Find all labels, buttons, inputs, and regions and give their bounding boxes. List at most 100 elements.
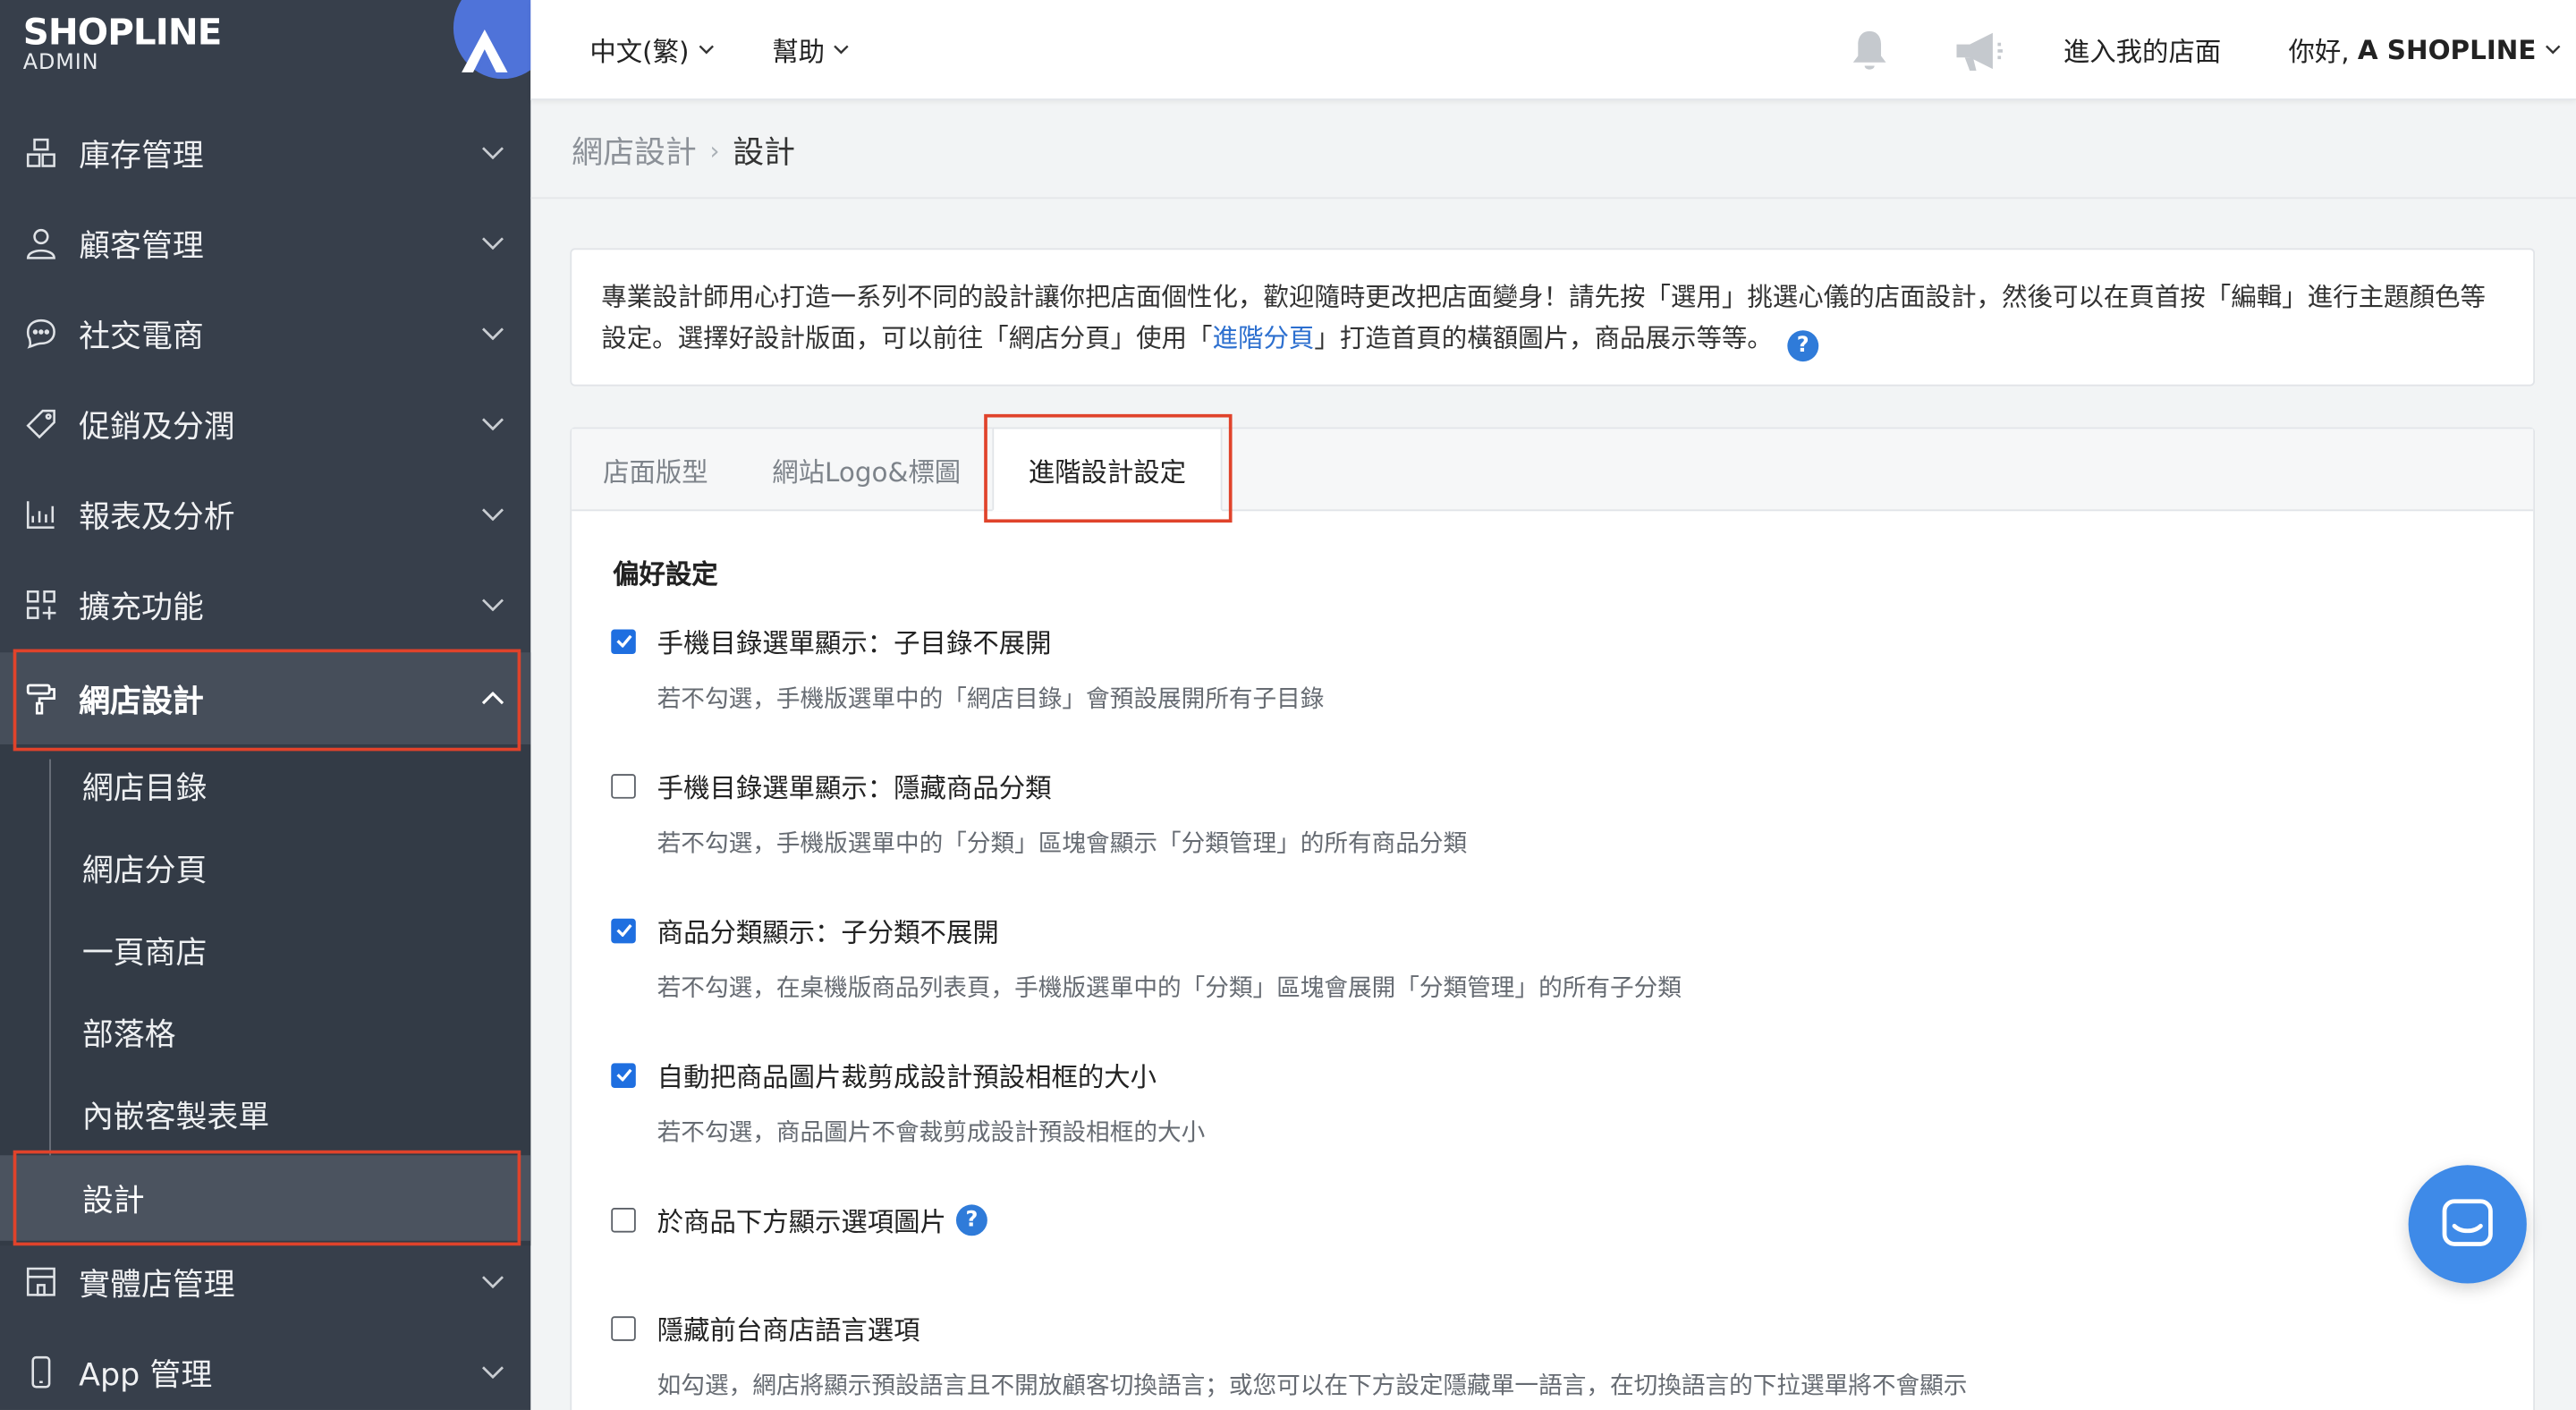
header-divider — [530, 197, 2576, 200]
checkbox-unchecked[interactable] — [611, 773, 636, 798]
checkbox-checked[interactable] — [611, 1062, 636, 1088]
mobile-icon — [23, 1355, 59, 1390]
sidebar-item-label: App 管理 — [79, 1356, 213, 1393]
user-name: A SHOPLINE — [2357, 33, 2537, 65]
option-hide-language-selector[interactable]: 隱藏前台商店語言選項 — [611, 1308, 920, 1347]
sidebar-subitem-label: 一頁商店 — [81, 934, 208, 971]
chevron-down-icon — [479, 230, 505, 256]
sidebar-item-promotions[interactable]: 促銷及分潤 — [0, 379, 530, 468]
sidebar-item-app-management[interactable]: App 管理 — [0, 1328, 530, 1410]
sidebar-item-label: 社交電商 — [79, 318, 204, 354]
option-hint: 若不勾選，手機版選單中的「分類」區塊會顯示「分類管理」的所有商品分類 — [657, 831, 1468, 858]
visit-store-link[interactable]: 進入我的店面 — [2063, 0, 2221, 98]
chevron-down-icon — [479, 1359, 505, 1385]
tab-logo-banner[interactable]: 網站Logo&標圖 — [772, 429, 961, 509]
chevron-down-icon — [2545, 45, 2560, 55]
greeting-text: 你好, — [2288, 36, 2350, 68]
option-label: 自動把商品圖片裁剪成設計預設相框的大小 — [657, 1061, 1157, 1093]
sidebar-subitem-one-page-store[interactable]: 一頁商店 — [0, 909, 530, 991]
tag-icon — [23, 406, 59, 442]
checkbox-checked[interactable] — [611, 628, 636, 654]
sidebar-item-label: 實體店管理 — [79, 1266, 235, 1303]
sidebar-item-inventory[interactable]: 庫存管理 — [0, 108, 530, 197]
chat-bubble-icon — [23, 316, 59, 352]
option-auto-crop-images[interactable]: 自動把商品圖片裁剪成設計預設相框的大小 — [611, 1055, 1157, 1094]
sidebar-item-label: 顧客管理 — [79, 227, 204, 264]
sidebar-subitem-store-pages[interactable]: 網店分頁 — [0, 827, 530, 909]
sidebar-subitem-label: 網店目錄 — [81, 769, 208, 806]
sidebar-item-label: 庫存管理 — [79, 137, 204, 174]
sidebar-item-label: 促銷及分潤 — [79, 408, 235, 445]
option-hint: 若不勾選，手機版選單中的「網店目錄」會預設展開所有子目錄 — [657, 686, 1325, 714]
sidebar-item-retail-store[interactable]: 實體店管理 — [0, 1237, 530, 1326]
checkbox-unchecked[interactable] — [611, 1315, 636, 1340]
preferences-title: 偏好設定 — [613, 558, 718, 590]
tab-store-layout[interactable]: 店面版型 — [603, 429, 708, 509]
option-label: 商品分類顯示：子分類不展開 — [657, 916, 999, 948]
language-label: 中文(繁) — [589, 36, 690, 68]
option-label: 於商品下方顯示選項圖片 — [657, 1206, 946, 1238]
chevron-down-icon — [479, 501, 505, 527]
chevron-down-icon — [479, 591, 505, 617]
top-bar: 中文(繁) 幫助 進入我的店面 你好, A SHOPLINE — [530, 0, 2576, 101]
visit-store-label: 進入我的店面 — [2063, 36, 2222, 68]
info-text-tail: 」打造首頁的橫額圖片，商品展示等等。 — [1314, 323, 1773, 353]
chevron-down-icon — [698, 45, 714, 55]
sidebar-subitem-label: 網店分頁 — [81, 852, 208, 888]
option-hint: 若不勾選，在桌機版商品列表頁，手機版選單中的「分類」區塊會展開「分類管理」的所有… — [657, 976, 1682, 1003]
inventory-icon — [23, 135, 59, 171]
user-menu[interactable]: 你好, A SHOPLINE — [2289, 0, 2561, 98]
highlight-box-advanced-tab — [984, 413, 1233, 523]
help-label: 幫助 — [772, 36, 826, 68]
highlight-box-store-design — [13, 649, 521, 752]
option-mobile-hide-categories[interactable]: 手機目錄選單顯示：隱藏商品分類 — [611, 766, 1052, 805]
chevron-down-icon — [479, 140, 505, 166]
sidebar-subitem-embedded-form[interactable]: 內嵌客製表單 — [0, 1073, 530, 1155]
chat-widget-button[interactable] — [2408, 1165, 2527, 1284]
sidebar-item-label: 報表及分析 — [79, 498, 235, 535]
breadcrumb-parent[interactable]: 網店設計 — [572, 128, 697, 173]
option-label: 手機目錄選單顯示：隱藏商品分類 — [657, 772, 1052, 804]
option-subcategory-collapsed[interactable]: 商品分類顯示：子分類不展開 — [611, 911, 999, 950]
bell-icon[interactable] — [1845, 26, 1894, 75]
sidebar-subitem-store-menu[interactable]: 網店目錄 — [0, 744, 530, 827]
chart-icon — [23, 497, 59, 532]
highlight-box-design — [13, 1150, 521, 1246]
sidebar-item-social-commerce[interactable]: 社交電商 — [0, 289, 530, 378]
option-show-variation-images[interactable]: 於商品下方顯示選項圖片 ? — [611, 1200, 987, 1239]
option-label: 手機目錄選單顯示：子目錄不展開 — [657, 627, 1052, 659]
option-mobile-submenu-collapsed[interactable]: 手機目錄選單顯示：子目錄不展開 — [611, 621, 1052, 660]
sidebar-item-customers[interactable]: 顧客管理 — [0, 199, 530, 287]
breadcrumb-current: 設計 — [733, 134, 796, 172]
breadcrumb-separator-icon: › — [709, 135, 720, 166]
checkbox-checked[interactable] — [611, 917, 636, 943]
logo[interactable]: SHOPLINE ADMIN — [22, 13, 223, 76]
sidebar-subitem-blog[interactable]: 部落格 — [0, 991, 530, 1074]
logo-text: SHOPLINE — [22, 13, 223, 55]
option-label: 隱藏前台商店語言選項 — [657, 1314, 920, 1346]
chevron-down-icon — [479, 320, 505, 346]
sidebar-subitem-label: 部落格 — [81, 1016, 176, 1053]
shopline-mark-icon — [462, 30, 508, 72]
sidebar: SHOPLINE ADMIN 庫存管理 顧客管理 社交電商 促銷及分潤 報表及分… — [0, 0, 553, 1410]
option-hint: 若不勾選，商品圖片不會裁剪成設計預設相框的大小 — [657, 1120, 1206, 1148]
advanced-pages-link[interactable]: 進階分頁 — [1213, 324, 1315, 353]
help-dropdown[interactable]: 幫助 — [772, 0, 849, 98]
tab-label: 店面版型 — [603, 455, 708, 488]
info-box: 專業設計師用心打造一系列不同的設計讓你把店面個性化，歡迎隨時更改把店面變身！請先… — [570, 248, 2536, 386]
checkbox-unchecked[interactable] — [611, 1207, 636, 1232]
language-dropdown[interactable]: 中文(繁) — [589, 0, 714, 98]
help-circle-icon[interactable]: ? — [1787, 330, 1819, 362]
sidebar-item-reports[interactable]: 報表及分析 — [0, 470, 530, 558]
help-circle-icon[interactable]: ? — [955, 1203, 987, 1236]
option-hint: 如勾選，網店將顯示預設語言且不開放顧客切換語言；或您可以在下方設定隱藏單一語言，… — [657, 1373, 1968, 1400]
breadcrumb: 網店設計 › 設計 — [572, 128, 795, 173]
logo-subtext: ADMIN — [22, 50, 99, 76]
tab-bar: 店面版型 網站Logo&標圖 進階設計設定 — [572, 427, 2534, 512]
sidebar-subitem-label: 內嵌客製表單 — [81, 1098, 270, 1135]
chat-icon — [2442, 1199, 2493, 1246]
megaphone-icon[interactable] — [1950, 26, 2005, 75]
sidebar-item-extensions[interactable]: 擴充功能 — [0, 560, 530, 649]
user-icon — [23, 225, 59, 261]
app-root: SHOPLINE ADMIN 庫存管理 顧客管理 社交電商 促銷及分潤 報表及分… — [0, 0, 2576, 1410]
